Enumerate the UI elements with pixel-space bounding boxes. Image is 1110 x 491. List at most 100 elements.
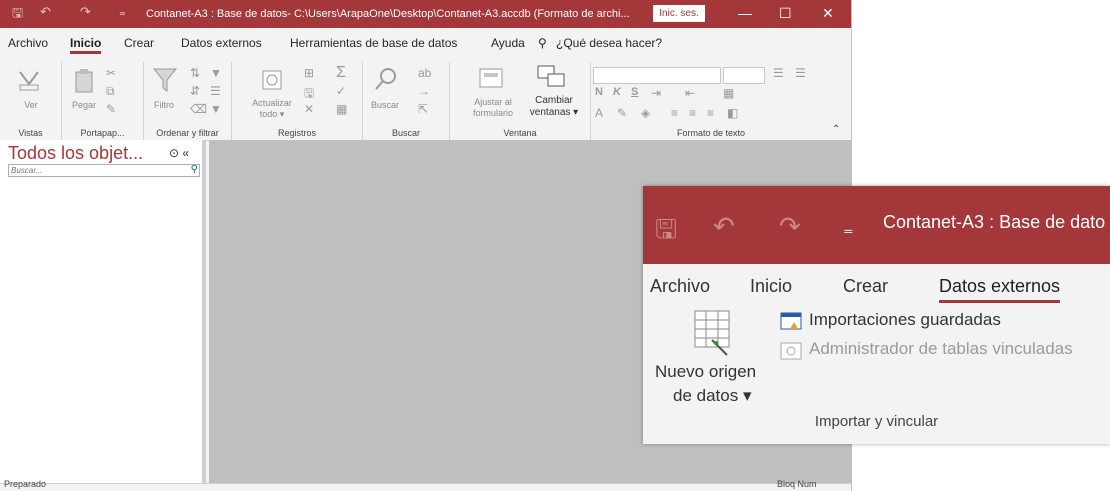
ver-button[interactable]: Ver [0, 100, 62, 110]
filtro-button[interactable]: Filtro [144, 100, 184, 110]
actualizar-button[interactable]: Actualizar [232, 98, 312, 108]
cambiar-label-2: ventanas ▾ [529, 107, 579, 118]
align-left-icon[interactable]: ≡ [671, 106, 678, 120]
group-label-portapapeles: Portapap... [80, 128, 125, 138]
format-painter-icon[interactable]: ✎ [106, 102, 116, 116]
navigation-pane: Todos los objet... ⊙ « ⚲ [0, 140, 206, 483]
zoom-window-title: Contanet-A3 : Base de dato [883, 212, 1106, 232]
selection-icon[interactable]: ▼ [210, 66, 222, 80]
cambiar-ventanas-button[interactable]: Cambiar [522, 95, 586, 106]
tab-crear[interactable]: Crear [124, 36, 154, 50]
filter-icon[interactable] [152, 66, 178, 94]
zoom-tab-crear[interactable]: Crear [843, 276, 888, 297]
zoom-customize-qat-icon[interactable]: ₌ [843, 216, 854, 241]
zoom-ribbon-group: Nuevo origen de datos ▾ Importaciones gu… [643, 308, 1110, 444]
underline-button[interactable]: S [631, 86, 638, 98]
group-portapapeles: ✂ ⧉ ✎ Pegar Portapap... [62, 62, 144, 140]
undo-icon[interactable]: ↶ [40, 4, 51, 20]
sort-ascending-icon[interactable]: ⇅ [190, 66, 200, 80]
ajustar-label-2: formulario [472, 108, 513, 118]
more-icon[interactable]: ▦ [336, 102, 347, 116]
zoom-save-icon[interactable]: 🖫 [655, 211, 677, 255]
replace-icon[interactable]: ab [418, 66, 431, 80]
align-right-icon[interactable]: ≡ [707, 106, 714, 120]
tell-me-box[interactable]: ¿Qué desea hacer? [556, 36, 662, 50]
window-title: Contanet-A3 : Base de datos- C:\Users\Ar… [146, 8, 630, 20]
find-icon[interactable] [373, 66, 399, 92]
buscar-button[interactable]: Buscar [365, 100, 405, 110]
zoom-redo-icon[interactable]: ↷ [779, 211, 801, 242]
redo-icon[interactable]: ↷ [80, 4, 91, 20]
minimize-button[interactable]: — [738, 5, 752, 21]
spelling-icon[interactable]: ✓ [336, 84, 346, 98]
copy-icon[interactable]: ⧉ [106, 84, 115, 99]
font-name-dropdown[interactable] [593, 67, 721, 84]
italic-button[interactable]: K [613, 86, 621, 98]
fill-color-icon[interactable]: ◈ [641, 106, 650, 120]
paste-icon[interactable] [72, 67, 96, 95]
importaciones-guardadas-button[interactable]: Importaciones guardadas [809, 310, 1001, 330]
close-button[interactable]: ✕ [822, 5, 834, 22]
advanced-icon[interactable]: ☰ [210, 84, 221, 98]
nav-search-input[interactable] [11, 165, 181, 176]
collapse-ribbon-icon[interactable]: ⌃ [832, 124, 840, 135]
zoom-tab-inicio[interactable]: Inicio [750, 276, 792, 297]
group-label-registros: Registros [277, 128, 316, 138]
font-size-dropdown[interactable] [723, 67, 765, 84]
maximize-button[interactable]: ☐ [779, 5, 792, 22]
bullets-icon[interactable]: ☰ [773, 66, 784, 80]
toggle-filter-icon[interactable]: ▼ [210, 102, 222, 116]
lightbulb-search-icon[interactable]: ⚲ [538, 36, 547, 50]
tab-ayuda[interactable]: Ayuda [491, 36, 525, 50]
nav-pane-menu-icon[interactable]: ⊙ « [169, 146, 189, 160]
group-label-buscar: Buscar [391, 128, 420, 138]
highlight-icon[interactable]: ✎ [617, 106, 627, 120]
group-buscar: ab → ⇱ Buscar Buscar [363, 62, 450, 140]
pegar-button[interactable]: Pegar [64, 100, 104, 110]
new-data-source-icon[interactable] [694, 310, 730, 356]
save-icon[interactable]: 🖫 [12, 4, 23, 26]
refresh-icon[interactable] [260, 68, 284, 92]
search-icon[interactable]: ⚲ [191, 164, 198, 175]
status-ready: Preparado [4, 479, 47, 489]
font-color-icon[interactable]: A [595, 106, 603, 120]
nav-pane-title[interactable]: Todos los objet... [8, 143, 143, 164]
totals-icon[interactable]: Σ [336, 64, 346, 82]
administrador-tablas-button[interactable]: Administrador de tablas vinculadas [809, 339, 1073, 359]
zoom-tab-datos-externos[interactable]: Datos externos [939, 276, 1061, 303]
view-icon[interactable] [17, 68, 41, 92]
title-bar: 🖫 ↶ ↷ ₌ Contanet-A3 : Base de datos- C:\… [0, 0, 851, 28]
group-registros: ⊞ 🖫 ✕ Σ ✓ ▦ Actualizar todo ▾ Registros [232, 62, 363, 140]
cut-icon[interactable]: ✂ [106, 66, 116, 80]
sort-descending-icon[interactable]: ⇵ [190, 84, 200, 98]
size-to-fit-icon[interactable] [478, 67, 504, 89]
actualizar-todo-label: todo ▾ [259, 109, 285, 119]
rtl-icon[interactable]: ⇤ [685, 86, 695, 100]
switch-windows-icon[interactable] [536, 64, 566, 90]
tab-inicio[interactable]: Inicio [70, 36, 102, 54]
indent-icon[interactable]: ⇥ [651, 86, 661, 100]
group-label-formato: Formato de texto [676, 128, 746, 138]
go-to-icon[interactable]: → [418, 84, 430, 98]
alt-row-color-icon[interactable]: ◧ [727, 106, 738, 120]
zoom-ribbon-tabs: Archivo Inicio Crear Datos externos [643, 264, 1110, 308]
customize-qat-icon[interactable]: ₌ [119, 4, 126, 20]
tab-herramientas[interactable]: Herramientas de base de datos [290, 36, 457, 50]
tab-archivo[interactable]: Archivo [8, 36, 48, 50]
clear-sort-icon[interactable]: ⌫ [190, 102, 207, 116]
zoomed-ribbon-inset: 🖫 ↶ ↷ ₌ Contanet-A3 : Base de dato Archi… [643, 186, 1110, 444]
new-record-icon[interactable]: ⊞ [304, 66, 314, 80]
select-icon[interactable]: ⇱ [418, 102, 428, 116]
numbering-icon[interactable]: ☰ [795, 66, 806, 80]
sign-in-button[interactable]: Inic. ses. [653, 5, 705, 22]
group-ventana: Ajustar al formulario Cambiar ventanas ▾… [450, 62, 591, 140]
group-formato: ☰ ☰ N K S ⇥ ⇤ ▦ A ✎ ◈ ≡ ≡ ≡ ◧ Formato de… [591, 62, 831, 140]
zoom-undo-icon[interactable]: ↶ [713, 211, 735, 242]
grid-icon[interactable]: ▦ [723, 86, 734, 100]
bold-button[interactable]: N [595, 86, 603, 98]
tab-datos-externos[interactable]: Datos externos [181, 36, 262, 50]
nuevo-origen-button[interactable]: Nuevo origen [655, 362, 756, 382]
ajustar-button[interactable]: Ajustar al [458, 97, 528, 107]
zoom-tab-archivo[interactable]: Archivo [650, 276, 710, 297]
align-center-icon[interactable]: ≡ [689, 106, 696, 120]
